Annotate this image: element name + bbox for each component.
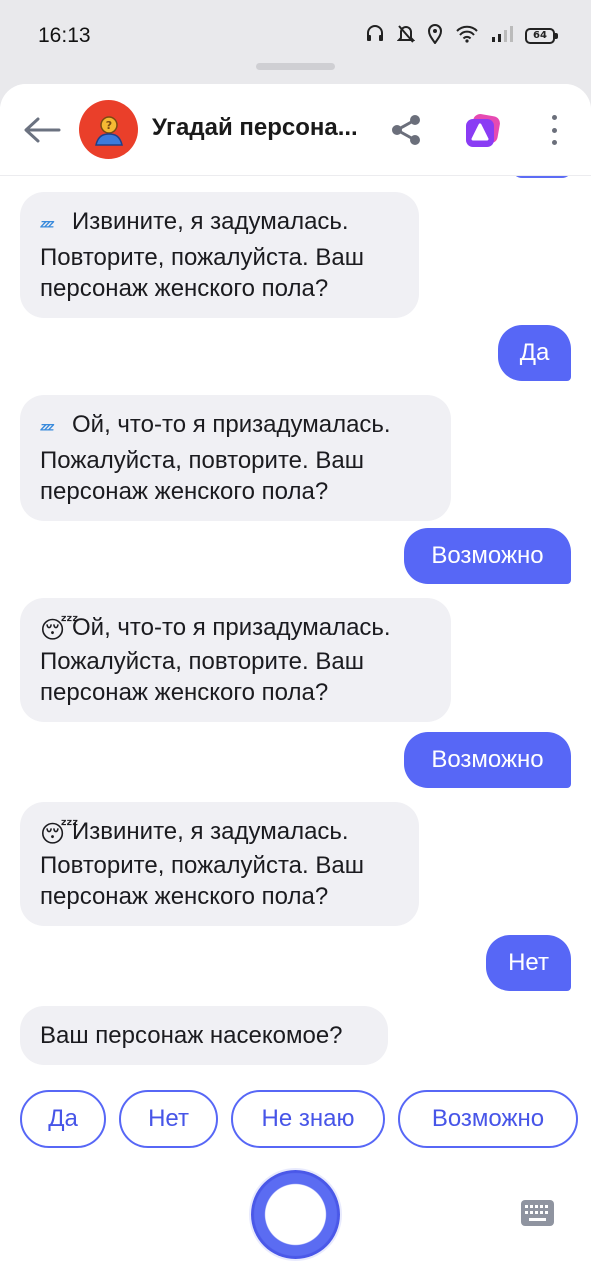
share-button[interactable]	[388, 112, 424, 148]
zzz-emoji-icon: ᶻᶻᶻ	[40, 216, 54, 236]
status-icons: 64	[365, 23, 558, 49]
keyboard-button[interactable]	[521, 1200, 554, 1226]
user-message: Возможно	[404, 528, 571, 584]
status-time: 16:13	[38, 24, 91, 47]
skill-message: 😴Извините, я задумалась. Повторите, пожа…	[20, 802, 419, 926]
skill-message: 😴Ой, что-то я призадумалась. Пожалуйста,…	[20, 598, 451, 722]
alice-app-button[interactable]	[463, 112, 501, 150]
chat-sheet: ? Угадай персона... ᶻᶻᶻ Извините, я заду…	[0, 84, 591, 1280]
headphones-icon	[365, 24, 385, 49]
suggest-button-yes[interactable]: Да	[20, 1090, 106, 1148]
more-dot-icon	[551, 115, 557, 120]
suggest-button-dont-know[interactable]: Не знаю	[231, 1090, 385, 1148]
more-dot-icon	[551, 127, 557, 133]
chat-history[interactable]: ᶻᶻᶻ Извините, я задумалась. Повторите, по…	[0, 168, 591, 1076]
status-bar: 16:13 64	[0, 0, 591, 72]
person-question-icon: ?	[94, 115, 123, 146]
suggest-button-no[interactable]: Нет	[119, 1090, 218, 1148]
bell-off-icon	[396, 24, 416, 49]
skill-message: ᶻᶻᶻ Извините, я задумалась. Повторите, по…	[20, 192, 419, 318]
share-icon	[392, 115, 420, 145]
alice-logo-icon	[466, 114, 500, 147]
more-dot-icon	[551, 140, 557, 145]
signal-icon	[491, 25, 513, 48]
user-message: Да	[498, 325, 571, 381]
sleepy-face-emoji-icon: 😴	[40, 617, 79, 644]
arrow-left-icon	[24, 117, 61, 143]
back-button[interactable]	[22, 110, 62, 150]
more-options-button[interactable]	[542, 112, 566, 148]
location-icon	[427, 23, 443, 49]
skill-message: ᶻᶻᶻ Ой, что-то я призадумалась. Пожалуйст…	[20, 395, 451, 521]
skill-message: Ваш персонаж насекомое?	[20, 1006, 388, 1065]
user-message: Нет	[486, 935, 571, 991]
svg-text:?: ?	[105, 119, 111, 132]
wifi-icon	[455, 25, 479, 48]
skill-avatar[interactable]: ?	[79, 100, 138, 159]
alice-voice-button[interactable]	[251, 1170, 340, 1259]
chat-header: ? Угадай персона...	[0, 84, 591, 176]
keyboard-icon	[521, 1200, 554, 1226]
sleepy-face-emoji-icon: 😴	[40, 821, 79, 848]
sheet-drag-handle[interactable]	[256, 63, 335, 70]
zzz-emoji-icon: ᶻᶻᶻ	[40, 419, 54, 439]
suggest-button-maybe[interactable]: Возможно	[398, 1090, 578, 1148]
skill-title: Угадай персона...	[152, 114, 358, 141]
user-message: Возможно	[404, 732, 571, 788]
battery-icon: 64	[525, 28, 558, 44]
